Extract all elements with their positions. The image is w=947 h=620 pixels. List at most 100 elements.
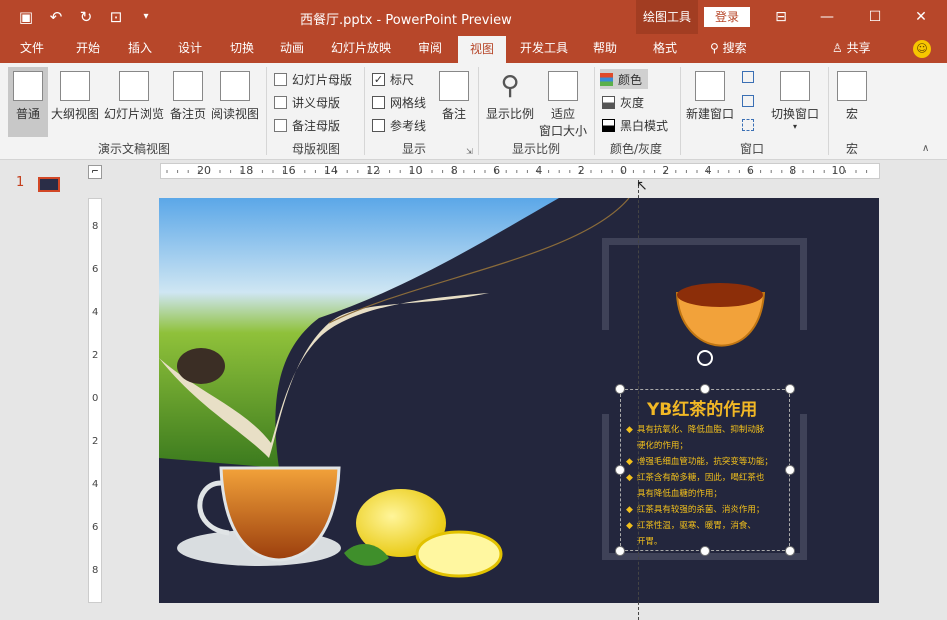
notes-master-icon — [274, 118, 287, 132]
tab-format[interactable]: 格式 — [640, 34, 690, 63]
magnifier-icon: ⚲ — [500, 71, 520, 101]
notes-button[interactable]: 备注 — [436, 67, 472, 122]
minimize-icon[interactable]: — — [804, 0, 850, 34]
ruler-tab-selector-icon[interactable]: ⌐ — [88, 165, 102, 179]
tab-slideshow[interactable]: 幻灯片放映 — [322, 34, 400, 63]
notes-page-icon — [173, 71, 203, 101]
decorative-frame-top — [602, 238, 807, 330]
tab-animations[interactable]: 动画 — [270, 34, 314, 63]
ruler-ticks — [166, 170, 868, 173]
search-icon: ⚲ — [710, 41, 719, 55]
outline-view-button[interactable]: 大纲视图 — [50, 67, 100, 122]
horizontal-ruler[interactable]: 20 18 16 14 12 10 8 6 4 2 0 2 4 6 8 10 — [160, 163, 880, 179]
notes-page-button[interactable]: 备注页 — [168, 67, 208, 122]
feedback-smiley-icon[interactable]: ☺ — [913, 40, 931, 58]
ruler-label: 6 — [493, 164, 501, 177]
ruler-label: 10 — [408, 164, 423, 177]
group-separator — [478, 67, 479, 155]
group-label-master-views: 母版视图 — [292, 142, 341, 156]
slide-master-button[interactable]: 幻灯片母版 — [274, 69, 352, 89]
tab-home[interactable]: 开始 — [66, 34, 110, 63]
ruler-label: 2 — [577, 164, 585, 177]
group-label-zoom: 显示比例 — [512, 142, 561, 156]
switch-windows-button[interactable]: 切换窗口 ▾ — [766, 67, 824, 131]
collapse-ribbon-icon[interactable]: ∧ — [922, 143, 929, 154]
move-split-icon[interactable] — [742, 119, 754, 131]
tab-view[interactable]: 视图 — [458, 36, 506, 63]
list-item: ◆ 具有抗氧化、降低血脂、抑制动脉 硬化的作用； — [626, 422, 791, 454]
group-separator — [266, 67, 267, 155]
tab-review[interactable]: 审阅 — [408, 34, 452, 63]
search-box[interactable]: ⚲ 搜索 — [710, 34, 747, 63]
ruler-label: 12 — [366, 164, 381, 177]
ruler-checkbox[interactable]: ✓ 标尺 — [372, 69, 414, 89]
mouse-cursor-icon: ↖ — [636, 178, 648, 194]
slide-thumbnail[interactable] — [38, 177, 60, 192]
ruler-label: 2 — [92, 350, 99, 361]
normal-view-button[interactable]: 普通 — [8, 67, 48, 137]
new-window-icon — [695, 71, 725, 101]
ribbon-display-options-icon[interactable]: ⊟ — [758, 0, 804, 34]
color-button[interactable]: 颜色 — [600, 69, 649, 89]
slide-title[interactable]: YB红茶的作用 — [647, 395, 757, 420]
close-icon[interactable]: ✕ — [898, 0, 944, 34]
list-item: ◆ 红茶具有较强的杀菌、消炎作用； — [626, 502, 791, 518]
new-window-button[interactable]: 新建窗口 — [684, 67, 736, 122]
vertical-ruler[interactable]: 8 6 4 2 0 2 4 6 8 — [88, 198, 102, 603]
resize-handle[interactable] — [785, 384, 795, 394]
save-icon[interactable]: ▣ — [16, 7, 36, 27]
undo-icon[interactable]: ↶ — [46, 7, 66, 27]
resize-handle[interactable] — [615, 384, 625, 394]
present-from-start-icon[interactable]: ⊡ — [106, 7, 126, 27]
list-item: ◆ 红茶含有酚多糖，因此，喝红茶也 具有降低血糖的作用； — [626, 470, 791, 502]
ruler-label: 16 — [281, 164, 296, 177]
tab-help[interactable]: 帮助 — [582, 34, 628, 63]
customize-qat-icon[interactable]: ▾ — [136, 7, 156, 27]
ribbon-tabs: 文件 开始 插入 设计 切换 动画 幻灯片放映 审阅 视图 开发工具 帮助 格式… — [0, 34, 947, 63]
reading-view-button[interactable]: 阅读视图 — [210, 67, 260, 122]
slide-sorter-icon — [119, 71, 149, 101]
resize-handle[interactable] — [700, 384, 710, 394]
handout-master-button[interactable]: 讲义母版 — [274, 92, 340, 112]
quick-access-toolbar: ▣ ↶ ↻ ⊡ ▾ — [16, 7, 156, 27]
slide-sorter-button[interactable]: 幻灯片浏览 — [104, 67, 164, 122]
arrange-all-icon[interactable] — [742, 71, 754, 83]
group-separator — [828, 67, 829, 155]
resize-handle[interactable] — [615, 465, 625, 475]
ruler-label: 6 — [92, 264, 99, 275]
login-button[interactable]: 登录 — [704, 7, 750, 27]
macros-button[interactable]: 宏 — [834, 67, 870, 122]
cascade-icon[interactable] — [742, 95, 754, 107]
black-white-button[interactable]: 黑白模式 — [602, 115, 668, 135]
ruler-label: 0 — [92, 393, 99, 404]
tab-insert[interactable]: 插入 — [118, 34, 162, 63]
slide-canvas[interactable]: YB红茶的作用 ◆ 具有抗氧化、降低血脂、抑制动脉 硬化的作用； ◆ 增强毛细血管功能… — [159, 198, 879, 603]
share-button[interactable]: ♙ 共享 — [832, 34, 871, 63]
ruler-label: 14 — [323, 164, 338, 177]
notes-master-button[interactable]: 备注母版 — [274, 115, 340, 135]
person-icon: ♙ — [832, 41, 843, 55]
ruler-label: 4 — [92, 307, 99, 318]
fit-to-window-icon — [548, 71, 578, 101]
fit-to-window-button[interactable]: 适应 窗口大小 — [538, 67, 588, 139]
tab-design[interactable]: 设计 — [168, 34, 212, 63]
group-separator — [680, 67, 681, 155]
grayscale-button[interactable]: 灰度 — [602, 92, 644, 112]
tab-file[interactable]: 文件 — [12, 34, 52, 63]
ruler-label: 4 — [92, 479, 99, 490]
redo-icon[interactable]: ↻ — [76, 7, 96, 27]
guides-checkbox[interactable]: 参考线 — [372, 115, 426, 135]
dialog-launcher-icon[interactable]: ⇲ — [466, 147, 473, 156]
group-separator — [594, 67, 595, 155]
maximize-icon[interactable]: ☐ — [852, 0, 898, 34]
tab-transitions[interactable]: 切换 — [220, 34, 264, 63]
ruler-label: 8 — [450, 164, 458, 177]
tab-developer[interactable]: 开发工具 — [512, 34, 576, 63]
bullet-list[interactable]: ◆ 具有抗氧化、降低血脂、抑制动脉 硬化的作用； ◆ 增强毛细血管功能，抗突变等功能；… — [626, 422, 791, 550]
vertical-guide-line[interactable] — [638, 180, 639, 620]
resize-handle[interactable] — [615, 546, 625, 556]
gridlines-checkbox[interactable]: 网格线 — [372, 92, 426, 112]
black-white-icon — [602, 118, 615, 132]
group-label-window: 窗口 — [740, 142, 765, 156]
zoom-button[interactable]: ⚲ 显示比例 — [484, 67, 536, 122]
